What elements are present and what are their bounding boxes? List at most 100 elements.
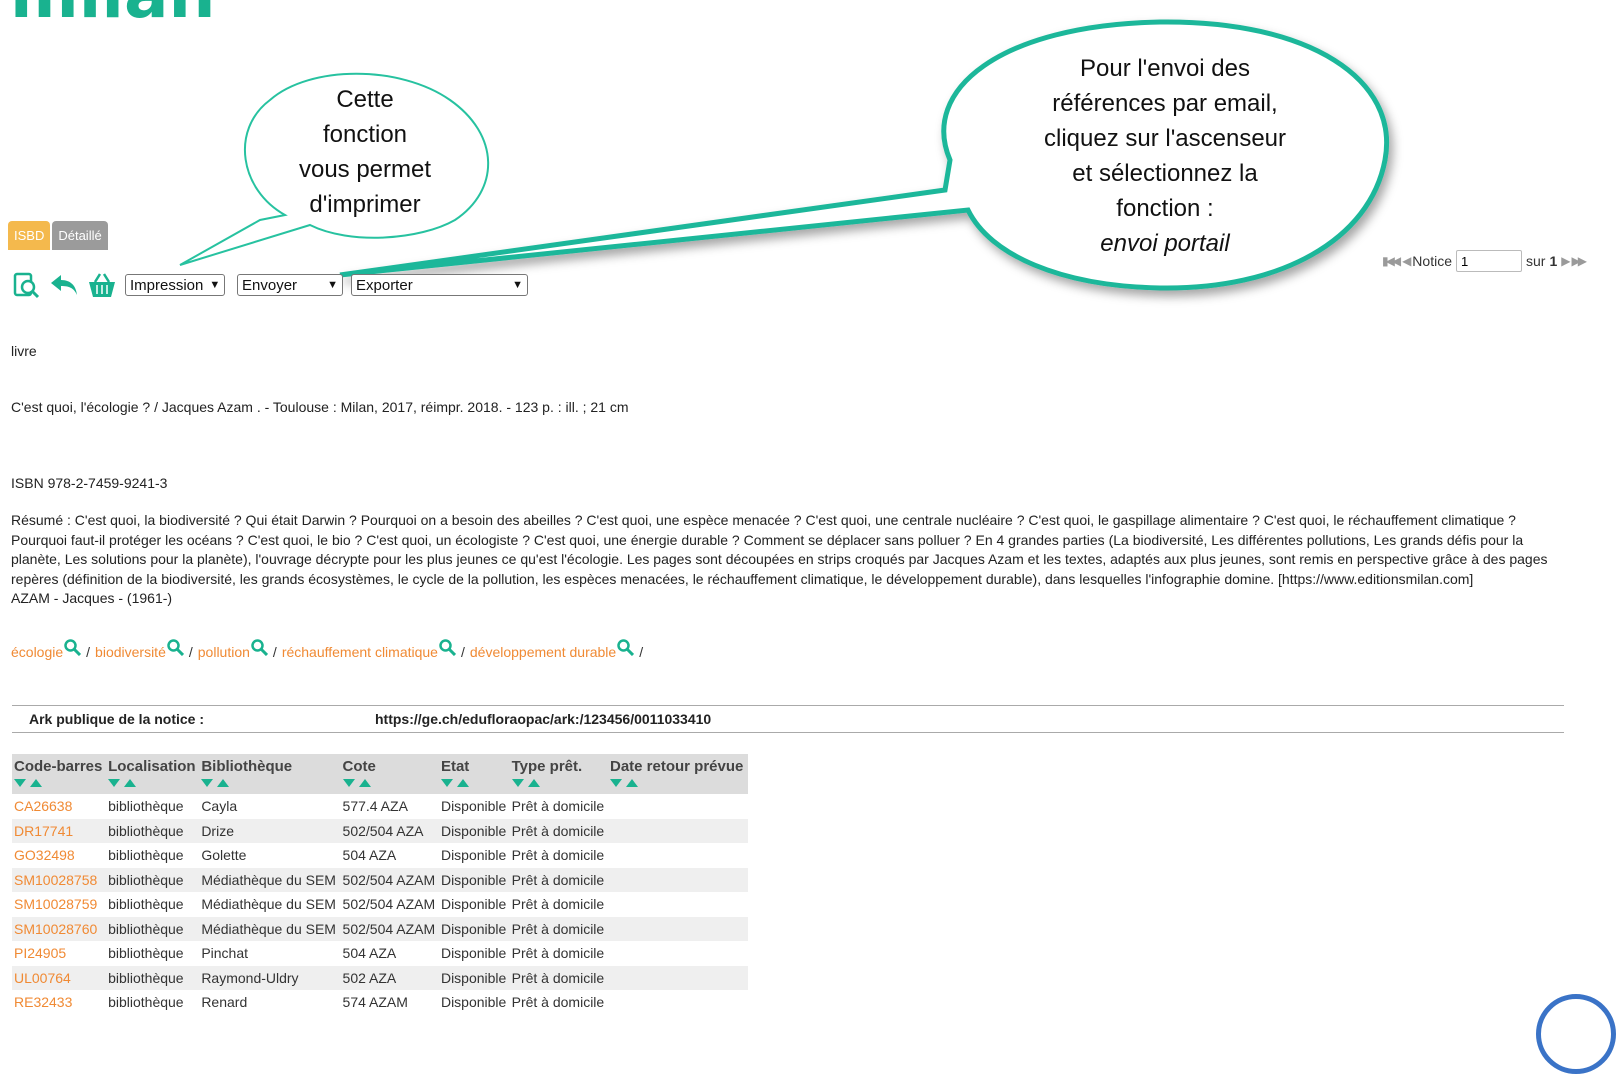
subject-separator: /	[188, 644, 193, 660]
tab-isbd[interactable]: ISBD	[8, 221, 51, 250]
location-cell: bibliothèque	[108, 847, 184, 864]
chevron-down-icon: ▼	[512, 279, 523, 291]
loan-type-cell: Prêt à domicile	[511, 896, 605, 913]
email-callout-text: Pour l'envoi des références par email, c…	[1043, 55, 1287, 257]
export-select[interactable]: Exporter ▼	[351, 274, 528, 296]
tab-detail[interactable]: Détaillé	[52, 221, 108, 250]
status-cell: Disponible	[438, 916, 510, 941]
barcode-link[interactable]: DR17741	[12, 818, 107, 843]
table-row: SM10028759 bibliothèque Médiathèque du S…	[12, 892, 748, 917]
chevron-down-icon: ▼	[327, 279, 338, 291]
barcode-link[interactable]: SM10028760	[12, 916, 107, 941]
print-select[interactable]: Impression ▼	[125, 274, 225, 296]
previous-page-icon[interactable]: ◀	[1402, 254, 1411, 268]
view-tabs: ISBD Détaillé	[8, 221, 108, 250]
record-author: AZAM - Jacques - (1961-)	[11, 590, 173, 606]
subject-separator: /	[639, 644, 644, 660]
library-cell: Cayla	[201, 798, 238, 815]
table-row: SM10028760 bibliothèque Médiathèque du S…	[12, 916, 748, 941]
column-header-due-date: Date retour prévue	[608, 754, 748, 794]
library-cell: Médiathèque du SEM	[199, 916, 341, 941]
ark-url[interactable]: https://ge.ch/edufloraopac/ark:/123456/0…	[375, 711, 711, 727]
search-icon	[617, 639, 635, 656]
loan-type-cell: Prêt à domicile	[509, 867, 608, 892]
copies-header-row: Code-barres Localisation Bibliothèque Co…	[12, 754, 748, 794]
subject-link[interactable]: pollution	[197, 639, 268, 660]
barcode-link[interactable]: SM10028758	[12, 867, 107, 892]
due-date-cell	[608, 818, 748, 843]
column-header-library: Bibliothèque	[199, 754, 341, 794]
subject-label: pollution	[197, 644, 250, 660]
location-cell: bibliothèque	[108, 945, 184, 962]
subject-link[interactable]: réchauffement climatique	[281, 639, 456, 660]
status-cell: Disponible	[440, 847, 507, 864]
library-cell: Golette	[201, 847, 247, 864]
table-row: RE32433 bibliothèque Renard 574 AZAM Dis…	[12, 990, 748, 1015]
barcode-link[interactable]: SM10028759	[12, 892, 106, 917]
site-title: milan	[10, 0, 216, 28]
print-preview-icon[interactable]	[11, 270, 41, 300]
loan-type-cell: Prêt à domicile	[509, 916, 608, 941]
pager-of-label: sur	[1525, 253, 1546, 269]
sort-arrows-icon[interactable]	[108, 778, 197, 788]
back-arrow-icon[interactable]	[49, 270, 79, 300]
export-select-value: Exporter	[356, 276, 413, 294]
search-icon	[439, 639, 456, 656]
barcode-link[interactable]: PI24905	[12, 941, 106, 966]
column-header-barcode: Code-barres	[12, 754, 107, 794]
column-header-callnumber: Cote	[340, 754, 439, 794]
due-date-cell	[608, 843, 748, 868]
subject-link[interactable]: développement durable	[469, 639, 635, 660]
pager-current-input[interactable]	[1455, 250, 1522, 272]
callnumber-cell: 574 AZAM	[342, 994, 408, 1011]
barcode-link[interactable]: GO32498	[12, 843, 106, 868]
chevron-down-icon: ▼	[209, 279, 221, 291]
loan-type-cell: Prêt à domicile	[511, 945, 605, 962]
due-date-cell	[608, 867, 748, 892]
subject-label: développement durable	[469, 644, 617, 660]
email-callout: Pour l'envoi des références par email, c…	[300, 10, 1400, 300]
column-header-loan-type: Type prêt.	[509, 754, 608, 794]
barcode-link[interactable]: CA26638	[12, 794, 106, 819]
sort-arrows-icon[interactable]	[440, 778, 508, 788]
sort-arrows-icon[interactable]	[201, 778, 338, 788]
subject-link[interactable]: biodiversité	[95, 639, 184, 660]
due-date-cell	[608, 965, 748, 990]
corner-logo	[1536, 994, 1616, 1074]
loan-type-cell: Prêt à domicile	[509, 965, 608, 990]
send-select-value: Envoyer	[242, 276, 298, 294]
sort-arrows-icon[interactable]	[610, 778, 746, 788]
search-icon	[167, 639, 184, 656]
table-row: SM10028758 bibliothèque Médiathèque du S…	[12, 867, 748, 892]
barcode-link[interactable]: RE32433	[12, 990, 106, 1015]
loan-type-cell: Prêt à domicile	[511, 994, 605, 1011]
first-page-icon[interactable]: ▮◀◀	[1382, 254, 1401, 268]
callnumber-cell: 502/504 AZAM	[342, 896, 436, 913]
record-summary: Résumé : C'est quoi, la biodiversité ? Q…	[11, 512, 1548, 587]
send-select[interactable]: Envoyer ▼	[237, 274, 343, 296]
library-cell: Médiathèque du SEM	[201, 896, 336, 913]
next-page-icon[interactable]: ▶	[1561, 254, 1570, 268]
library-cell: Drize	[199, 818, 341, 843]
record-isbn: ISBN 978-2-7459-9241-3	[11, 475, 168, 491]
basket-icon[interactable]	[87, 270, 117, 300]
location-cell: bibliothèque	[106, 916, 200, 941]
sort-arrows-icon[interactable]	[14, 778, 104, 788]
pager-label: Notice	[1412, 253, 1452, 269]
last-page-icon[interactable]: ▶▶	[1571, 254, 1587, 268]
loan-type-cell: Prêt à domicile	[509, 818, 608, 843]
status-cell: Disponible	[440, 994, 507, 1011]
sort-arrows-icon[interactable]	[511, 778, 606, 788]
callnumber-cell: 504 AZA	[342, 847, 397, 864]
subject-label: réchauffement climatique	[281, 644, 438, 660]
sort-arrows-icon[interactable]	[342, 778, 437, 788]
copies-table: Code-barres Localisation Bibliothèque Co…	[12, 754, 748, 1015]
subject-separator: /	[460, 644, 465, 660]
barcode-link[interactable]: UL00764	[12, 965, 107, 990]
callnumber-cell: 502/504 AZA	[340, 818, 439, 843]
status-cell: Disponible	[440, 896, 507, 913]
ark-label: Ark publique de la notice :	[29, 711, 205, 727]
subject-link[interactable]: écologie	[11, 639, 82, 660]
print-select-value: Impression	[130, 276, 204, 294]
column-header-location: Localisation	[106, 754, 200, 794]
